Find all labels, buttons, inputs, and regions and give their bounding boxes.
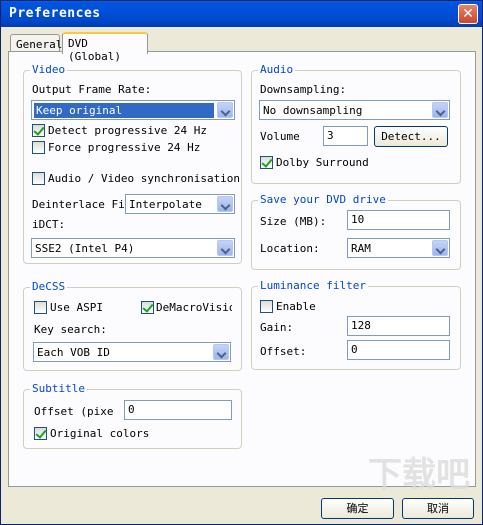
force-progressive-checkbox[interactable] [32, 141, 45, 154]
downsampling-value: No downsampling [263, 104, 363, 117]
force-progressive-label: Force progressive 24 Hz [48, 141, 201, 154]
enable-luminance-label: Enable [276, 300, 316, 313]
luminance-offset-label: Offset: [260, 345, 307, 358]
video-group-title: Video [30, 63, 68, 76]
deinterlace-select[interactable]: Interpolate [125, 194, 235, 214]
original-colors-label: Original colors [50, 427, 150, 440]
luminance-group-title: Luminance filter [258, 279, 368, 292]
watermark-logo: 下载吧 [368, 455, 470, 495]
tab-dvd-global[interactable]: DVD (Global) [62, 32, 148, 63]
volume-label: Volume [260, 130, 300, 143]
location-label: Location: [260, 242, 320, 255]
subtitle-offset-input[interactable]: 0 [124, 400, 232, 420]
chevron-down-icon[interactable] [217, 240, 233, 256]
av-sync-label: Audio / Video synchronisation [48, 172, 241, 185]
volume-input[interactable]: 3 [323, 126, 368, 146]
location-value: RAM [351, 242, 371, 255]
gain-input[interactable]: 128 [347, 316, 450, 336]
dolby-surround-label: Dolby Surround [276, 156, 369, 169]
key-search-label: Key search: [34, 323, 107, 336]
original-colors-checkbox[interactable] [34, 427, 47, 440]
av-sync-checkbox[interactable] [32, 172, 45, 185]
idct-select[interactable]: SSE2 (Intel P4) [31, 238, 235, 258]
use-aspi-label: Use ASPI [50, 301, 103, 314]
enable-luminance-checkbox[interactable] [260, 300, 273, 313]
demacrovision-label: DeMacroVisio [156, 301, 232, 314]
window-title: Preferences [9, 6, 101, 21]
location-select[interactable]: RAM [347, 238, 450, 258]
preferences-window: Preferences ✕ General DVD (Global) Video… [0, 0, 483, 525]
ok-button[interactable]: 确定 [321, 498, 394, 519]
idct-label: iDCT: [32, 218, 66, 231]
chevron-down-icon[interactable] [432, 102, 448, 118]
decss-group-title: DeCSS [30, 280, 68, 293]
idct-value: SSE2 (Intel P4) [35, 242, 135, 255]
close-button[interactable]: ✕ [458, 4, 478, 24]
save-drive-group-title: Save your DVD drive [258, 193, 388, 206]
subtitle-offset-label: Offset (pixe [34, 405, 114, 418]
use-aspi-checkbox[interactable] [34, 301, 47, 314]
chevron-down-icon[interactable] [432, 240, 448, 256]
detect-progressive-checkbox[interactable] [32, 124, 45, 137]
gain-label: Gain: [260, 321, 294, 334]
key-search-value: Each VOB ID [37, 346, 110, 359]
size-label: Size (MB): [260, 215, 327, 228]
deinterlace-label: Deinterlace Fil [32, 198, 132, 211]
frame-rate-value: Keep original [34, 103, 214, 118]
downsampling-select[interactable]: No downsampling [259, 100, 450, 120]
detect-progressive-label: Detect progressive 24 Hz [48, 124, 207, 137]
key-search-select[interactable]: Each VOB ID [33, 342, 231, 362]
detect-button[interactable]: Detect... [374, 126, 448, 147]
chevron-down-icon[interactable] [217, 196, 233, 212]
chevron-down-icon[interactable] [213, 344, 229, 360]
deinterlace-value: Interpolate [129, 198, 202, 211]
audio-group-title: Audio [258, 63, 296, 76]
dolby-surround-checkbox[interactable] [260, 156, 273, 169]
chevron-down-icon[interactable] [217, 102, 233, 118]
subtitle-group-title: Subtitle [30, 382, 87, 395]
frame-rate-label: Output Frame Rate: [32, 83, 152, 96]
downsampling-label: Downsampling: [260, 83, 347, 96]
luminance-offset-input[interactable]: 0 [347, 340, 450, 360]
cancel-button[interactable]: 取消 [402, 498, 474, 519]
title-bar[interactable]: Preferences ✕ [1, 1, 482, 27]
demacrovision-checkbox[interactable] [141, 301, 154, 314]
frame-rate-select[interactable]: Keep original [31, 100, 235, 120]
size-input[interactable]: 10 [347, 210, 450, 230]
